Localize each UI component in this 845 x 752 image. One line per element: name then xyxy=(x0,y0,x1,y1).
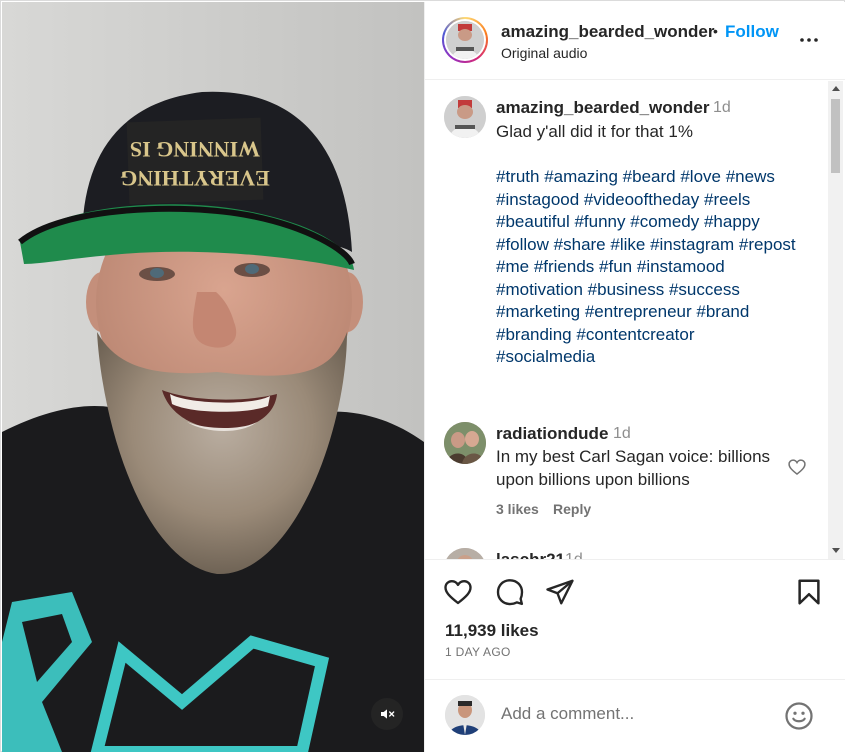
heart-icon[interactable] xyxy=(443,577,473,607)
more-horizontal-icon[interactable] xyxy=(797,28,821,52)
hashtag[interactable]: #motivation xyxy=(496,280,583,299)
hashtag[interactable]: #instamood xyxy=(637,257,725,276)
mute-button[interactable] xyxy=(371,698,403,730)
caption-hashtags: #truth #amazing #beard #love #news #inst… xyxy=(496,166,826,369)
hashtag[interactable]: #beard xyxy=(623,167,676,186)
hashtag[interactable]: #reels xyxy=(704,190,750,209)
hashtag[interactable]: #videooftheday xyxy=(584,190,699,209)
hat-text-line2: EVERYTHING xyxy=(120,166,270,191)
hashtag[interactable]: #beautiful xyxy=(496,212,570,231)
hashtag[interactable]: #me xyxy=(496,257,529,276)
hashtag[interactable]: #contentcreator xyxy=(576,325,694,344)
comment-icon[interactable] xyxy=(495,577,525,607)
hashtag[interactable]: #success xyxy=(669,280,740,299)
comment-text: In my best Carl Sagan voice: billions up… xyxy=(496,447,771,489)
hashtag[interactable]: #business xyxy=(588,280,665,299)
hashtag[interactable]: #socialmedia xyxy=(496,347,595,366)
author-username[interactable]: amazing_bearded_wonder xyxy=(501,22,715,42)
caption-timestamp[interactable]: 1d xyxy=(713,99,731,117)
hashtag[interactable]: #like xyxy=(610,235,645,254)
hashtag[interactable]: #love xyxy=(680,167,721,186)
hashtag[interactable]: #news xyxy=(726,167,775,186)
commenter-avatar-image xyxy=(444,422,486,464)
comment-username[interactable]: radiationdude xyxy=(496,424,608,444)
current-user-avatar-image xyxy=(445,695,485,735)
scroll-up-arrow-icon[interactable] xyxy=(832,86,840,91)
post-side-panel: amazing_bearded_wonder • Follow Original… xyxy=(424,2,845,752)
caption-username[interactable]: amazing_bearded_wonder xyxy=(496,98,710,118)
comment-timestamp[interactable]: 1d xyxy=(565,551,583,559)
comments-scrollbar[interactable] xyxy=(828,81,843,559)
comment-likes-count[interactable]: 3 likes xyxy=(496,501,539,517)
hashtag[interactable]: #share xyxy=(554,235,606,254)
hat-text-line1: WINNING IS xyxy=(130,137,260,162)
likes-count[interactable]: 11,939 likes xyxy=(445,621,539,641)
post-date[interactable]: 1 DAY AGO xyxy=(445,645,511,659)
commenter-avatar[interactable] xyxy=(444,548,486,559)
hashtag[interactable]: #branding xyxy=(496,325,572,344)
post-header: amazing_bearded_wonder • Follow Original… xyxy=(425,2,845,80)
author-avatar-image xyxy=(446,21,484,59)
caption-text: Glad y'all did it for that 1% xyxy=(496,122,693,141)
separator-dot: • xyxy=(713,23,718,39)
hashtag[interactable]: #marketing xyxy=(496,302,580,321)
video-frame-illustration: WINNING IS EVERYTHING xyxy=(2,2,424,752)
scrollbar-thumb[interactable] xyxy=(831,99,840,173)
hashtag[interactable]: #follow xyxy=(496,235,549,254)
comment-username[interactable]: laschr21 xyxy=(496,550,565,559)
hashtag[interactable]: #brand xyxy=(696,302,749,321)
original-audio-link[interactable]: Original audio xyxy=(501,45,587,61)
hashtag[interactable]: #happy xyxy=(704,212,760,231)
share-icon[interactable] xyxy=(545,577,575,607)
hashtag[interactable]: #amazing xyxy=(544,167,618,186)
comment-reply-button[interactable]: Reply xyxy=(553,501,591,517)
hashtag[interactable]: #entrepreneur xyxy=(585,302,692,321)
comments-list[interactable]: amazing_bearded_wonder 1d Glad y'all did… xyxy=(425,81,845,559)
post-video[interactable]: WINNING IS EVERYTHING xyxy=(2,2,424,752)
commenter-avatar-image xyxy=(444,548,486,559)
hashtag[interactable]: #funny xyxy=(574,212,625,231)
emoji-icon[interactable] xyxy=(784,701,814,731)
volume-muted-icon xyxy=(381,709,395,719)
post-dialog: WINNING IS EVERYTHING amazing_bearded_wo… xyxy=(0,0,845,752)
hashtag[interactable]: #friends xyxy=(534,257,594,276)
comment-like-heart-icon[interactable] xyxy=(787,457,807,477)
comment-input[interactable] xyxy=(501,704,771,724)
hashtag[interactable]: #instagram xyxy=(650,235,734,254)
hashtag[interactable]: #fun xyxy=(599,257,632,276)
follow-button[interactable]: Follow xyxy=(725,22,779,42)
hashtag[interactable]: #repost xyxy=(739,235,796,254)
commenter-avatar[interactable] xyxy=(444,422,486,464)
hashtag[interactable]: #truth xyxy=(496,167,539,186)
current-user-avatar xyxy=(445,695,485,735)
comment-composer xyxy=(425,679,845,752)
caption-author-avatar[interactable] xyxy=(444,96,486,138)
author-avatar[interactable] xyxy=(442,17,488,63)
scroll-down-arrow-icon[interactable] xyxy=(832,548,840,553)
hashtag[interactable]: #instagood xyxy=(496,190,579,209)
hashtag[interactable]: #comedy xyxy=(630,212,699,231)
caption-avatar-image xyxy=(444,96,486,138)
post-actions: 11,939 likes 1 DAY AGO xyxy=(425,559,845,679)
comment-timestamp[interactable]: 1d xyxy=(613,425,631,443)
bookmark-icon[interactable] xyxy=(794,577,824,607)
